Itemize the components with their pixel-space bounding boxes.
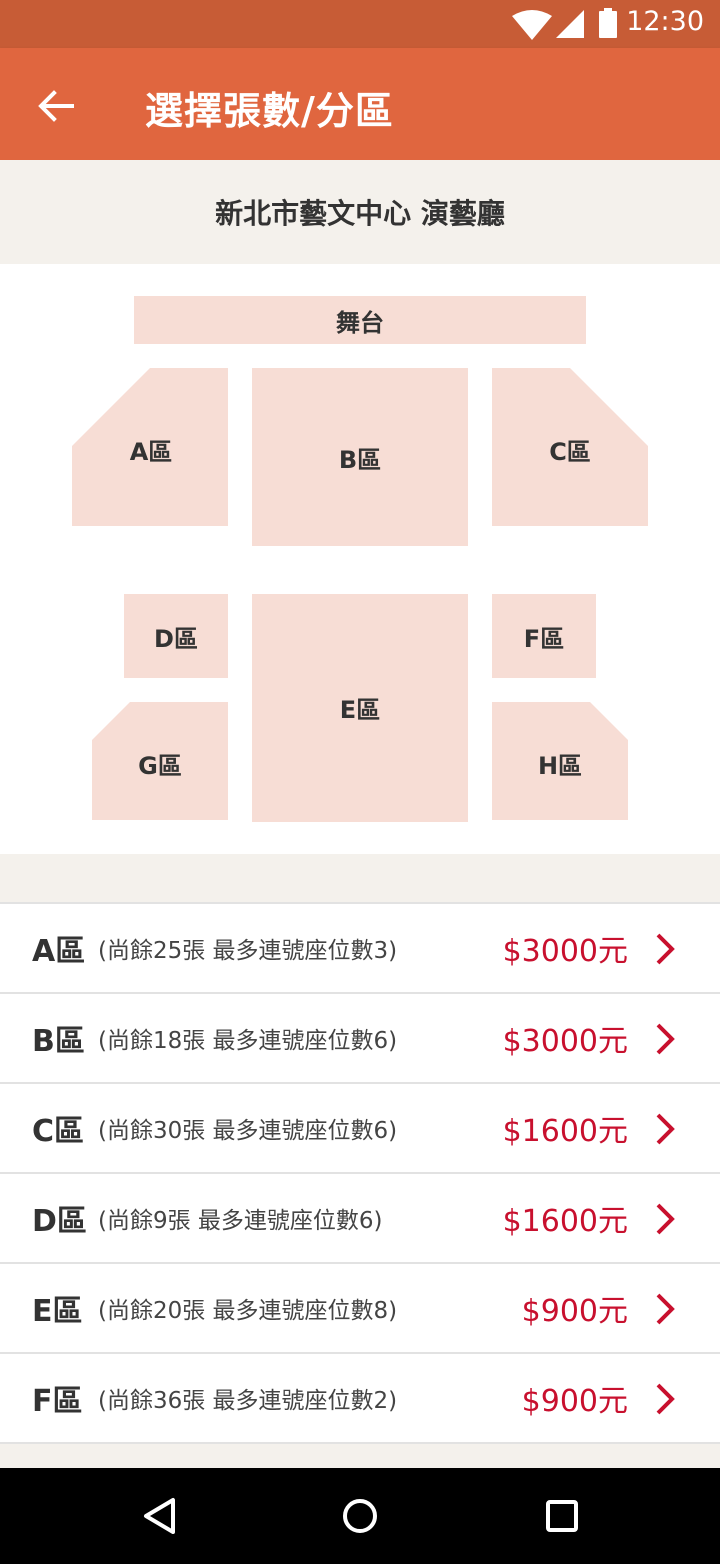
wifi-icon — [512, 10, 552, 40]
status-time: 12:30 — [626, 6, 704, 37]
venue-header: 新北市藝文中心 演藝廳 — [0, 160, 720, 264]
row-price: $3000元 — [502, 934, 628, 969]
row-zone: F區 — [32, 1384, 83, 1419]
chevron-right-icon — [656, 1203, 675, 1235]
ticket-row-f[interactable]: F區 (尚餘36張 最多連號座位數2) $900元 — [0, 1354, 720, 1444]
zone-e[interactable]: E區 — [252, 594, 468, 822]
row-info: (尚餘18張 最多連號座位數6) — [98, 1028, 398, 1054]
signal-icon — [556, 10, 584, 38]
venue-name: 新北市藝文中心 演藝廳 — [215, 197, 505, 230]
recents-square-icon[interactable] — [542, 1496, 582, 1536]
home-circle-icon[interactable] — [340, 1496, 380, 1536]
zone-g[interactable]: G區 — [92, 702, 228, 820]
zone-e-label: E區 — [339, 696, 381, 724]
ticket-row-e[interactable]: E區 (尚餘20張 最多連號座位數8) $900元 — [0, 1264, 720, 1354]
app-bar: 選擇張數/分區 — [0, 48, 720, 160]
zone-b-label: B區 — [338, 445, 382, 474]
status-bar: 12:30 — [0, 0, 720, 48]
zone-a-label: A區 — [129, 438, 173, 466]
zone-f-label: F區 — [523, 624, 565, 653]
chevron-right-icon — [656, 1023, 675, 1055]
row-price: $900元 — [521, 1384, 628, 1419]
seat-map: 舞台 A區 B區 C區 D區 E區 F區 G區 H區 — [0, 264, 720, 854]
chevron-right-icon — [656, 1113, 675, 1145]
row-zone: E區 — [32, 1294, 83, 1329]
ticket-row-d[interactable]: D區 (尚餘9張 最多連號座位數6) $1600元 — [0, 1174, 720, 1264]
zone-d[interactable]: D區 — [124, 594, 228, 678]
stage: 舞台 — [134, 296, 586, 344]
row-zone: A區 — [32, 934, 86, 969]
row-info: (尚餘9張 最多連號座位數6) — [98, 1208, 383, 1234]
row-price: $1600元 — [502, 1204, 628, 1239]
chevron-right-icon — [656, 933, 675, 965]
ticket-list: A區 (尚餘25張 最多連號座位數3) $3000元 B區 (尚餘18張 最多連… — [0, 902, 720, 1444]
chevron-right-icon — [656, 1383, 675, 1415]
row-zone: D區 — [32, 1204, 87, 1239]
ticket-row-c[interactable]: C區 (尚餘30張 最多連號座位數6) $1600元 — [0, 1084, 720, 1174]
chevron-right-icon — [656, 1293, 675, 1325]
arrow-left-icon[interactable] — [28, 78, 84, 134]
zone-b[interactable]: B區 — [252, 368, 468, 546]
zone-d-label: D區 — [154, 624, 198, 653]
row-zone: C區 — [32, 1114, 85, 1149]
back-triangle-icon[interactable] — [140, 1496, 180, 1536]
row-price: $1600元 — [502, 1114, 628, 1149]
zone-g-label: G區 — [138, 752, 182, 780]
row-info: (尚餘20張 最多連號座位數8) — [98, 1298, 398, 1324]
ticket-row-a[interactable]: A區 (尚餘25張 最多連號座位數3) $3000元 — [0, 904, 720, 994]
row-info: (尚餘25張 最多連號座位數3) — [98, 938, 398, 964]
row-info: (尚餘36張 最多連號座位數2) — [98, 1388, 398, 1414]
row-price: $900元 — [521, 1294, 628, 1329]
ticket-row-b[interactable]: B區 (尚餘18張 最多連號座位數6) $3000元 — [0, 994, 720, 1084]
row-info: (尚餘30張 最多連號座位數6) — [98, 1118, 398, 1144]
zone-a[interactable]: A區 — [72, 368, 228, 526]
battery-icon — [599, 8, 617, 38]
page-title: 選擇張數/分區 — [145, 89, 394, 133]
zone-c-label: C區 — [549, 438, 591, 466]
row-price: $3000元 — [502, 1024, 628, 1059]
row-zone: B區 — [32, 1024, 85, 1059]
system-nav-bar — [0, 1468, 720, 1564]
zone-c[interactable]: C區 — [492, 368, 648, 526]
zone-h-label: H區 — [537, 752, 583, 780]
zone-h[interactable]: H區 — [492, 702, 628, 820]
zone-f[interactable]: F區 — [492, 594, 596, 678]
